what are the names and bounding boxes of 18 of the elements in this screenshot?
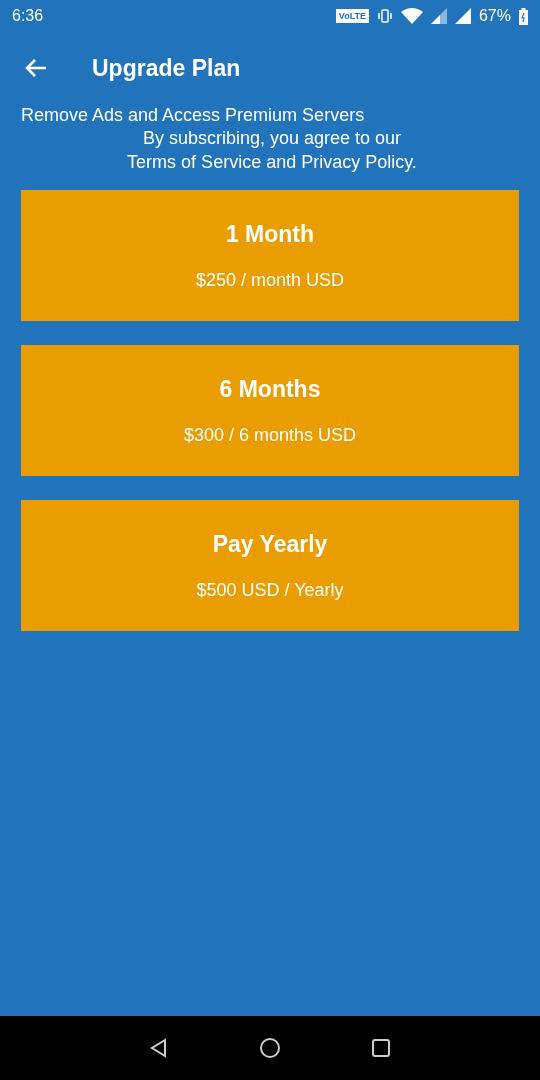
recents-icon[interactable] [371,1038,391,1058]
battery-icon [519,7,528,25]
terms-text: By subscribing, you agree to our [141,127,403,150]
battery-percent: 67% [478,6,511,26]
home-icon[interactable] [259,1037,281,1059]
terms-text: Terms of Service and Privacy Policy. [126,151,418,174]
network-badge: VoLTE [335,9,369,23]
page-title: Upgrade Plan [92,53,241,83]
signal-icon [454,8,471,24]
vibrate-icon [376,8,393,24]
plan-button[interactable]: 6 Months $300 / 6 months USD [21,345,519,476]
back-icon[interactable] [149,1038,169,1058]
plan-button[interactable]: 1 Month $250 / month USD [21,190,519,321]
plan-button[interactable]: Pay Yearly $500 USD / Yearly [21,500,519,631]
subtitle-text: Remove Ads and Access Premium Servers [20,104,366,126]
wifi-icon [400,8,423,24]
status-time: 6:36 [12,6,44,26]
signal-icon [430,8,447,24]
